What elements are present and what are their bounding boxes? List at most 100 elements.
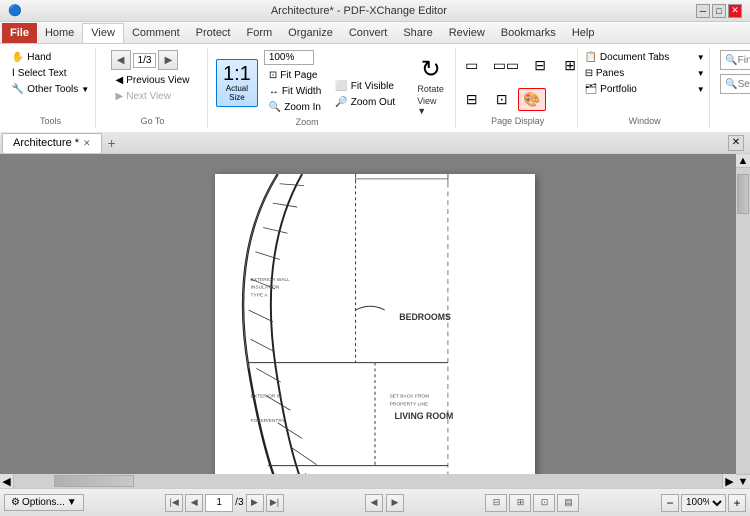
zoom-in-status-button[interactable]: + (728, 494, 746, 512)
svg-text:EXTERIOR WALL: EXTERIOR WALL (251, 277, 291, 283)
zoom-in-button[interactable]: 🔍 Zoom In (264, 100, 326, 115)
document-tabs-button[interactable]: 📋 Document Tabs ▼ (580, 50, 710, 65)
menu-convert[interactable]: Convert (341, 23, 396, 43)
pdf-page: BEDROOMS LIVING ROOM BASEMENT EXTERIOR W… (215, 174, 535, 488)
view-controls: ◀ ▶ (365, 494, 404, 512)
tools-icon: 🔧 (12, 84, 24, 95)
restore-button[interactable]: □ (712, 4, 726, 18)
single-page-button[interactable]: ▭ (458, 54, 486, 77)
menu-view[interactable]: View (82, 23, 124, 43)
menu-organize[interactable]: Organize (280, 23, 341, 43)
split-view-button[interactable]: ⊡ (488, 88, 516, 111)
tab-close-button[interactable]: ✕ (83, 138, 91, 149)
close-doc-button[interactable]: ✕ (728, 135, 744, 151)
scroll-left-button[interactable]: ◀ (0, 474, 14, 488)
next-page-ribbon-button[interactable]: ▶ (158, 50, 178, 70)
fit-width-button[interactable]: ↔ Fit Width (264, 84, 326, 99)
rotate-label: Rotate (417, 84, 444, 94)
menu-help[interactable]: Help (564, 23, 603, 43)
menu-form[interactable]: Form (239, 23, 281, 43)
nav-next-view-button[interactable]: ▶ (386, 494, 404, 512)
search-icon: 🔍 (725, 79, 737, 90)
close-button[interactable]: ✕ (728, 4, 742, 18)
tab-architecture[interactable]: Architecture * ✕ (2, 133, 102, 153)
chevron-down-icon2: ▼ (697, 69, 705, 78)
zoom-out-status-button[interactable]: − (661, 494, 679, 512)
cursor-icon: Ⅰ (12, 68, 15, 79)
h-scroll-thumb[interactable] (54, 475, 134, 487)
find-input[interactable] (738, 55, 750, 66)
status-bar: ⚙ Options... ▼ |◀ ◀ /3 ▶ ▶| ◀ ▶ ⊟ ⊞ ⊡ ▤ … (0, 488, 750, 516)
svg-text:FOYER/ENTRY: FOYER/ENTRY (251, 418, 286, 424)
h-scroll-track[interactable] (14, 475, 722, 487)
other-tools-button[interactable]: 🔧 Other Tools ▼ (7, 82, 94, 97)
tab-bar-controls: ✕ (728, 135, 748, 151)
options-icon: ⚙ (11, 497, 20, 508)
prev-view-button[interactable]: ◀ Previous View (111, 73, 195, 88)
fit-visible-button[interactable]: ⬜ Fit Visible (330, 79, 400, 94)
svg-text:BEDROOMS: BEDROOMS (399, 312, 451, 322)
ribbon-group-page-display: ▭ ▭▭ ⊟ ⊞ ⊟ ⊡ (458, 48, 578, 128)
horizontal-scrollbar[interactable]: ◀ ▶ (0, 474, 736, 488)
search-input[interactable] (738, 79, 750, 90)
grid-view-button[interactable]: ⊟ (458, 88, 486, 111)
zoom-in-icon: 🔍 (269, 102, 281, 113)
vertical-scrollbar[interactable]: ▲ ▼ (736, 154, 750, 488)
menu-bookmarks[interactable]: Bookmarks (493, 23, 564, 43)
minimize-button[interactable]: ─ (696, 4, 710, 18)
select-text-button[interactable]: Ⅰ Select Text (7, 66, 72, 81)
scroll-down-button[interactable]: ▼ (736, 474, 750, 488)
grid-icon: ⊟ (466, 91, 478, 108)
zoom-value-display[interactable]: 100% (264, 50, 314, 65)
scroll-up-button[interactable]: ▲ (736, 154, 750, 168)
first-page-button[interactable]: |◀ (165, 494, 183, 512)
actual-size-label: Actual Size (223, 84, 251, 102)
scroll-view-button[interactable]: ▤ (557, 494, 579, 512)
nav-prev-view-button[interactable]: ◀ (365, 494, 383, 512)
zoom-select[interactable]: 100% 75% 150% (681, 494, 726, 512)
ribbon-group-rotate: ↻ Rotate View ▼ (406, 48, 456, 128)
portfolio-button[interactable]: 🗂 Portfolio ▼ (580, 82, 710, 97)
menu-comment[interactable]: Comment (124, 23, 188, 43)
ribbon-group-window: 📋 Document Tabs ▼ ⊟ Panes ▼ 🗂 Portfolio … (580, 48, 710, 128)
zoom-controls: − 100% 75% 150% + (661, 494, 746, 512)
options-button[interactable]: ⚙ Options... ▼ (4, 494, 84, 511)
page-number-input[interactable]: 1/3 (133, 53, 157, 68)
hand-tool-button[interactable]: ✋ Hand (7, 50, 56, 65)
scroll-thumb[interactable] (737, 174, 749, 214)
fit-page-button[interactable]: ⊡ Fit Page (264, 68, 326, 83)
next-view-button[interactable]: ▶ Next View (111, 89, 177, 104)
next-page-button[interactable]: ▶ (246, 494, 264, 512)
menu-review[interactable]: Review (441, 23, 493, 43)
prev-page-button[interactable]: ◀ (185, 494, 203, 512)
dual-view-button[interactable]: ⊞ (509, 494, 531, 512)
thumb-view-button[interactable]: ⊡ (533, 494, 555, 512)
highlight-icon: 🎨 (523, 91, 540, 108)
options-arrow-icon: ▼ (67, 497, 77, 508)
menu-home[interactable]: Home (37, 23, 82, 43)
single-view-button[interactable]: ⊟ (485, 494, 507, 512)
tab-add-button[interactable]: + (102, 133, 122, 153)
two-page-icon: ▭▭ (493, 57, 519, 74)
menu-file[interactable]: File (2, 23, 37, 43)
menu-protect[interactable]: Protect (188, 23, 239, 43)
prev-page-ribbon-button[interactable]: ◀ (111, 50, 131, 70)
scroll-button[interactable]: ⊟ (526, 54, 554, 77)
zoom-group-label: Zoom (296, 117, 319, 127)
fit-width-icon: ↔ (269, 86, 279, 97)
highlight-btn[interactable]: 🎨 (518, 88, 546, 111)
scroll-right-button[interactable]: ▶ (722, 474, 736, 488)
tab-label: Architecture * (13, 137, 79, 149)
title-bar-controls[interactable]: ─ □ ✕ (696, 4, 742, 18)
ribbon: ✋ Hand Ⅰ Select Text 🔧 Other Tools ▼ Too… (0, 44, 750, 132)
menu-share[interactable]: Share (395, 23, 440, 43)
two-page-button[interactable]: ▭▭ (488, 54, 524, 77)
last-page-button[interactable]: ▶| (266, 494, 284, 512)
zoom-out-button[interactable]: 🔎 Zoom Out (330, 95, 400, 110)
actual-size-button[interactable]: 1:1 Actual Size (216, 59, 258, 107)
rotate-view-button[interactable]: ↻ Rotate View ▼ (410, 55, 451, 119)
page-input[interactable] (205, 494, 233, 512)
options-label: Options... (22, 497, 65, 508)
find-search-area: 🔍 ▼ 🔍 (716, 48, 750, 128)
panes-button[interactable]: ⊟ Panes ▼ (580, 66, 710, 81)
